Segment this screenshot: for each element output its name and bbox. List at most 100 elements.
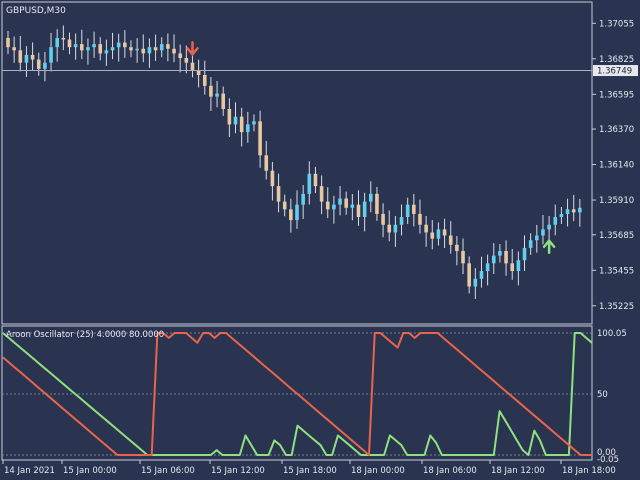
candle-bear: [30, 54, 35, 60]
candle-bull: [55, 37, 59, 48]
candle-bear: [313, 173, 318, 187]
candle-bull: [565, 209, 570, 214]
candle-bull: [295, 204, 299, 221]
candle-bull: [49, 47, 53, 63]
candle-bull: [110, 47, 115, 51]
candle-bull: [473, 278, 478, 287]
candle-bull: [135, 48, 139, 51]
time-tick-label: 15 Jan 18:00: [283, 466, 337, 476]
candle-bear: [344, 198, 348, 208]
time-tick-label: 14 Jan 2021: [4, 466, 55, 476]
indicator-level-label: 100.05: [597, 329, 627, 339]
candle-bear: [424, 224, 428, 233]
candle-bear: [289, 209, 293, 221]
candle-bear: [227, 108, 232, 125]
candle-bear: [504, 250, 508, 264]
price-tick-label: 1.35910: [599, 196, 634, 206]
candle-bull: [307, 173, 312, 194]
price-tick-label: 1.36140: [599, 161, 634, 171]
candle-bear: [178, 53, 182, 59]
candle-bull: [332, 204, 336, 210]
candle-bull: [73, 44, 78, 48]
candle-bear: [123, 42, 127, 48]
candle-bear: [153, 47, 158, 51]
candle-bull: [24, 54, 29, 63]
candle-bear: [276, 186, 281, 202]
candle-bear: [442, 229, 447, 236]
time-tick-label: 18 Jan 00:00: [351, 466, 405, 476]
chart-window[interactable]: GBPUSD,M30 1.370551.368251.365951.363701…: [0, 0, 640, 480]
time-tick-label: 18 Jan 18:00: [562, 466, 616, 476]
candle-bear: [325, 201, 330, 210]
candle-bear: [270, 170, 275, 187]
candle-bear: [387, 224, 392, 233]
candle-bull: [491, 255, 496, 264]
candle-bull: [553, 217, 558, 225]
candle-bear: [264, 155, 269, 171]
candle-bear: [467, 263, 471, 287]
candle-bull: [159, 44, 164, 51]
candle-bear: [61, 37, 66, 40]
candle-bear: [184, 58, 189, 63]
candle-bull: [368, 193, 373, 202]
candle-bear: [412, 204, 416, 214]
candle-bear: [455, 244, 459, 251]
price-tick-label: 1.35455: [599, 266, 634, 276]
candle-bull: [498, 250, 502, 256]
candle-bear: [172, 48, 176, 54]
price-tick-label: 1.35685: [599, 231, 634, 241]
candle-bull: [516, 260, 521, 272]
candle-bull: [215, 93, 219, 97]
candle-bear: [141, 48, 146, 54]
candle-bull: [147, 47, 152, 54]
candle-bear: [319, 186, 324, 202]
candle-bear: [18, 50, 23, 63]
candle-bear: [418, 213, 422, 225]
candle-bull: [528, 240, 533, 248]
indicator-level-label: -0.05: [597, 455, 619, 465]
price-scale: 1.37055 1.36825 1.36595 1.36370 1.36140 1.359…: [592, 19, 638, 312]
candle-bear: [209, 85, 213, 97]
time-tick-label: 18 Jan 12:00: [491, 466, 545, 476]
candle-bull: [104, 50, 109, 54]
candle-bear: [166, 44, 170, 49]
candle-bull: [350, 204, 355, 208]
candle-bull: [436, 229, 441, 239]
indicator-level-label: 50: [597, 390, 608, 400]
candle-bull: [541, 229, 545, 236]
price-tick-label: 1.36370: [599, 125, 634, 135]
candle-bear: [79, 44, 84, 51]
candle-bear: [571, 209, 576, 213]
candle-bear: [190, 62, 195, 71]
current-price-value: 1.36749: [597, 67, 632, 77]
candle-bear: [129, 47, 133, 51]
time-tick-label: 15 Jan 06:00: [141, 466, 195, 476]
candle-bull: [246, 124, 250, 133]
candle-bull: [535, 235, 539, 241]
candle-bear: [98, 44, 103, 54]
candle-bear: [430, 232, 435, 239]
candle-bull: [399, 217, 404, 225]
candle-bull: [547, 224, 551, 230]
candle-bull: [301, 193, 305, 205]
candle-bull: [393, 224, 398, 233]
time-tick-label: 15 Jan 12:00: [211, 466, 265, 476]
price-tick-label: 1.36825: [599, 55, 634, 65]
candle-bear: [12, 47, 16, 51]
candle-bull: [338, 198, 342, 205]
candle-bull: [559, 213, 564, 218]
candle-bear: [202, 75, 207, 86]
candle-bear: [239, 116, 244, 133]
candle-bull: [405, 204, 410, 218]
candle-bull: [92, 44, 96, 48]
time-tick-label: 18 Jan 06:00: [423, 466, 477, 476]
candle-bear: [258, 121, 262, 156]
candle-bear: [375, 193, 379, 214]
candle-bull: [578, 207, 582, 213]
symbol-label: GBPUSD,M30: [6, 6, 66, 16]
candle-bull: [252, 121, 256, 125]
candle-bear: [6, 37, 10, 48]
candle-bear: [356, 204, 361, 218]
candle-bull: [233, 116, 238, 125]
candle-bull: [362, 201, 367, 218]
